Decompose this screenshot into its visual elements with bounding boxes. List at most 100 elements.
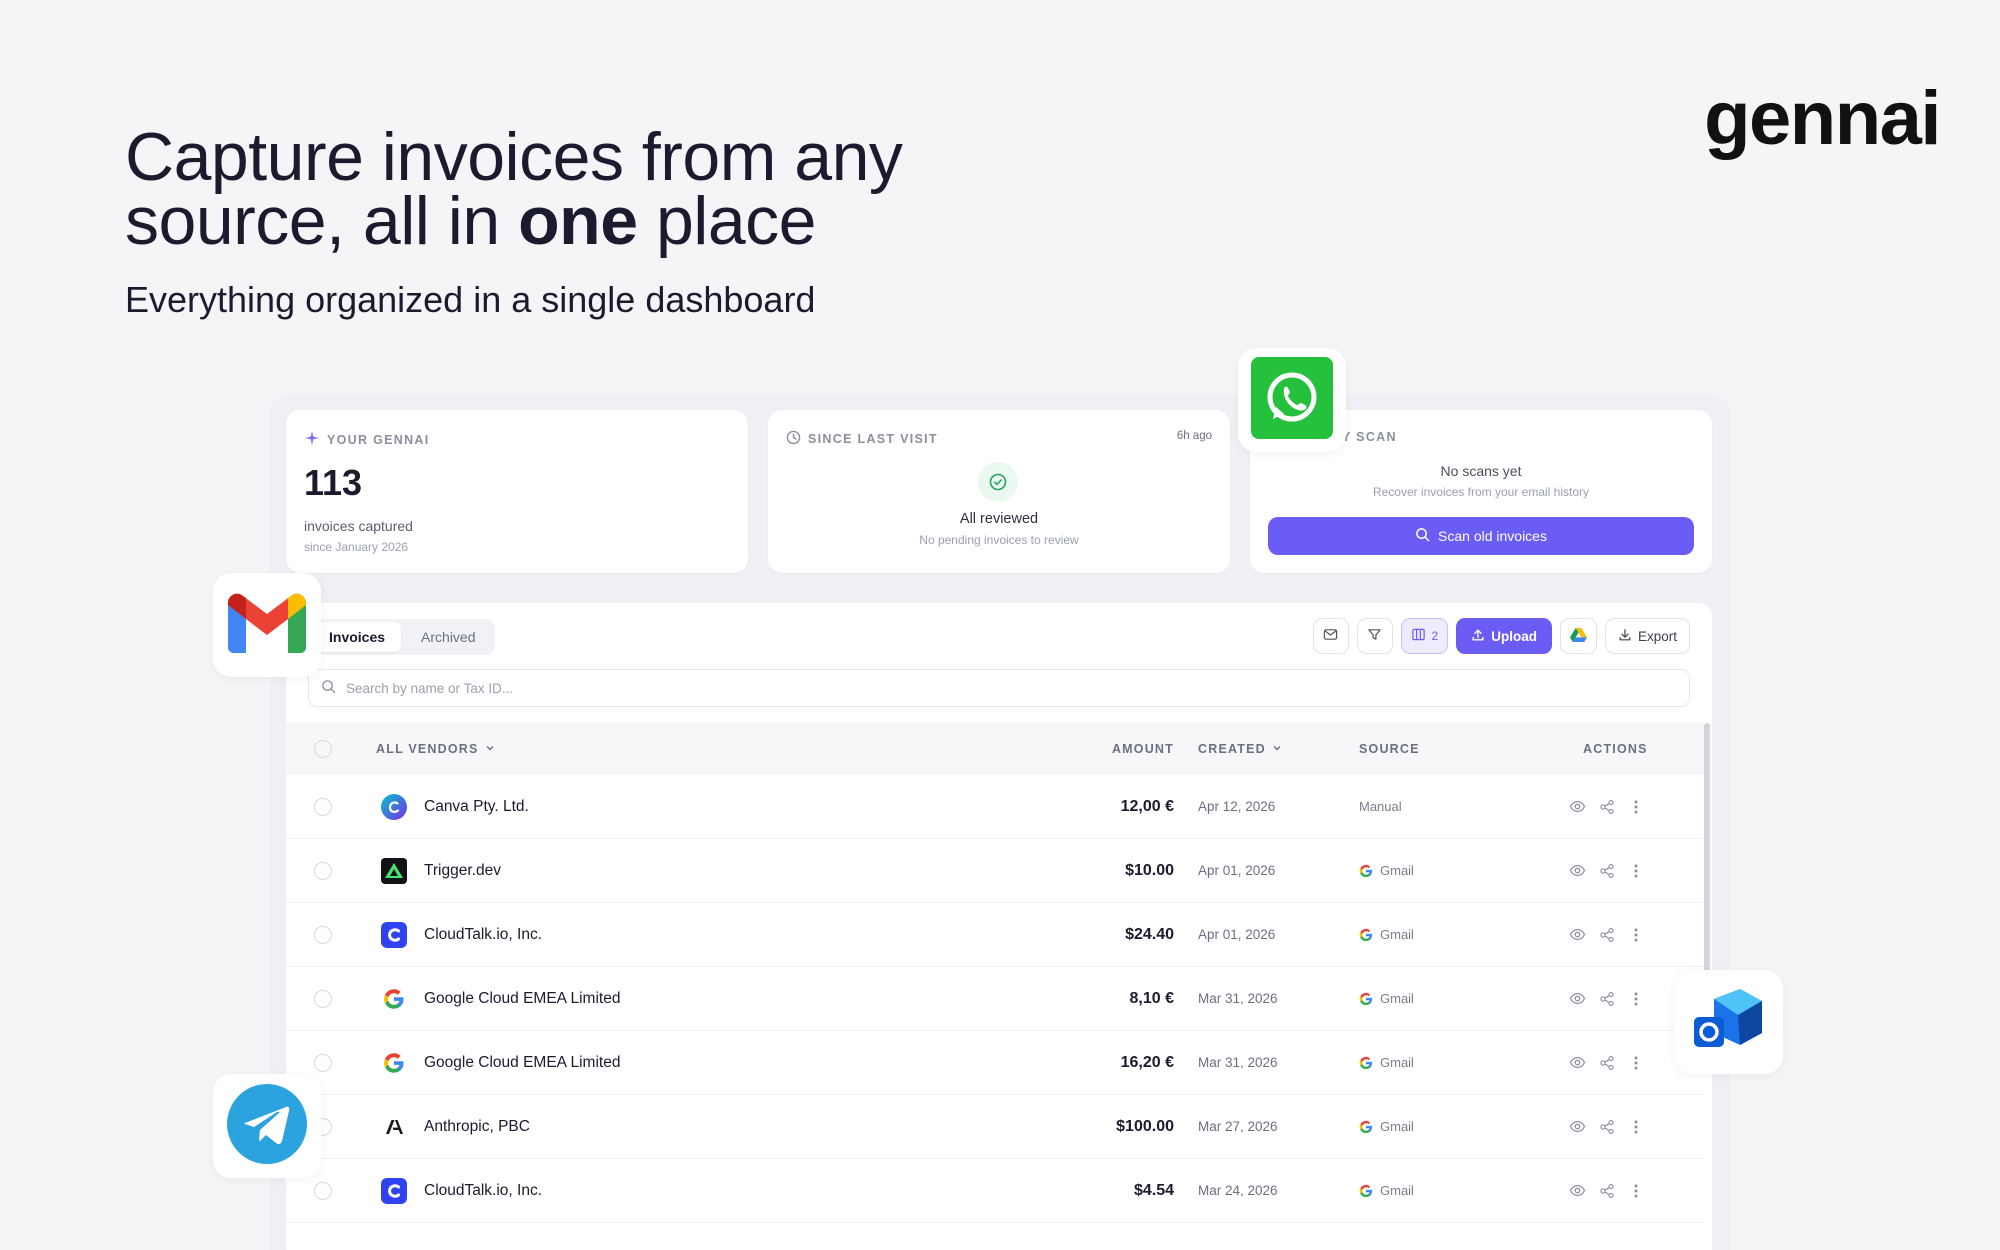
- tab-archived[interactable]: Archived: [405, 622, 491, 652]
- gmail-badge: [213, 573, 321, 677]
- source-cell: Gmail: [1359, 1119, 1414, 1134]
- table-row[interactable]: Google Cloud EMEA Limited 8,10 € Mar 31, 2…: [286, 967, 1704, 1031]
- created-sort[interactable]: CREATED: [1198, 742, 1282, 756]
- invoices-captured-label: invoices captured: [304, 518, 413, 534]
- table-row[interactable]: Canva Pty. Ltd. 12,00 € Apr 12, 2026 Manual: [286, 775, 1704, 839]
- hero: Capture invoices from any source, all in…: [125, 123, 903, 321]
- eye-icon[interactable]: [1569, 1118, 1586, 1135]
- export-button[interactable]: Export: [1604, 618, 1690, 654]
- invoice-amount: 8,10 €: [1129, 989, 1174, 1007]
- card-title-since-last-visit: SINCE LAST VISIT: [808, 432, 938, 446]
- mail-icon: [1323, 627, 1338, 645]
- vendor-name: CloudTalk.io, Inc.: [424, 1181, 543, 1199]
- share-icon[interactable]: [1599, 1119, 1615, 1135]
- check-circle-icon: [978, 462, 1018, 502]
- more-vertical-icon[interactable]: [1628, 1183, 1644, 1199]
- google-icon: [1359, 1184, 1373, 1198]
- more-vertical-icon[interactable]: [1628, 863, 1644, 879]
- sparkle-icon: [304, 430, 320, 449]
- table-scrollbar[interactable]: [1704, 723, 1710, 973]
- eye-icon[interactable]: [1569, 798, 1586, 815]
- more-vertical-icon[interactable]: [1628, 991, 1644, 1007]
- scan-old-invoices-button[interactable]: Scan old invoices: [1268, 517, 1694, 555]
- header-vendors: ALL VENDORS: [376, 742, 479, 756]
- more-vertical-icon[interactable]: [1628, 1055, 1644, 1071]
- hero-title-bold: one: [518, 183, 638, 259]
- vendor-filter[interactable]: ALL VENDORS: [376, 742, 495, 756]
- tab-invoices[interactable]: Invoices: [313, 622, 402, 652]
- share-icon[interactable]: [1599, 1055, 1615, 1071]
- no-pending-detail: No pending invoices to review: [919, 533, 1079, 547]
- eye-icon[interactable]: [1569, 990, 1586, 1007]
- eye-icon[interactable]: [1569, 1054, 1586, 1071]
- upload-label: Upload: [1491, 628, 1537, 644]
- source-label: Gmail: [1380, 1055, 1414, 1070]
- google-icon: [1359, 1120, 1373, 1134]
- row-checkbox[interactable]: [314, 1181, 332, 1200]
- brand-logo: gennai: [1704, 76, 1941, 161]
- last-visit-time: 6h ago: [1176, 430, 1212, 442]
- select-all-checkbox[interactable]: [314, 740, 332, 758]
- more-vertical-icon[interactable]: [1628, 927, 1644, 943]
- created-date: Mar 31, 2026: [1198, 991, 1278, 1006]
- vendor-name: Google Cloud EMEA Limited: [424, 1053, 621, 1071]
- row-checkbox[interactable]: [314, 861, 332, 880]
- eye-icon[interactable]: [1569, 926, 1586, 943]
- card-title-your-gennai: YOUR GENNAI: [327, 432, 430, 447]
- row-checkbox[interactable]: [314, 1053, 332, 1072]
- filter-button[interactable]: [1356, 618, 1393, 654]
- vendor-name: Canva Pty. Ltd.: [424, 797, 529, 815]
- source-label: Gmail: [1380, 863, 1414, 878]
- vendor-name: Google Cloud EMEA Limited: [424, 989, 621, 1007]
- no-scans-status: No scans yet: [1440, 463, 1522, 479]
- google-drive-button[interactable]: [1559, 618, 1597, 654]
- search-bar: [308, 669, 1690, 707]
- header-actions: ACTIONS: [1583, 742, 1648, 756]
- share-icon[interactable]: [1599, 1183, 1615, 1199]
- search-input[interactable]: [346, 680, 946, 696]
- table-row[interactable]: CloudTalk.io, Inc. $4.54 Mar 24, 2026 Gmail: [286, 1159, 1704, 1223]
- table-row[interactable]: Google Cloud EMEA Limited 16,20 € Mar 31, …: [286, 1031, 1704, 1095]
- since-date: since January 2026: [304, 540, 409, 554]
- row-checkbox[interactable]: [314, 989, 332, 1008]
- invoice-amount: 12,00 €: [1120, 797, 1174, 815]
- export-label: Export: [1637, 628, 1677, 644]
- source-label: Gmail: [1380, 1183, 1414, 1198]
- scan-detail: Recover invoices from your email history: [1372, 485, 1590, 499]
- email-button[interactable]: [1312, 618, 1349, 654]
- outlook-badge: [1675, 970, 1783, 1074]
- card-title-history-scan: Y SCAN: [1342, 430, 1397, 444]
- more-vertical-icon[interactable]: [1628, 799, 1644, 815]
- share-icon[interactable]: [1599, 991, 1615, 1007]
- whatsapp-badge: [1238, 348, 1346, 452]
- row-actions: [1569, 1118, 1644, 1135]
- share-icon[interactable]: [1599, 863, 1615, 879]
- clock-icon: [786, 430, 801, 448]
- google-logo-icon: [381, 986, 407, 1012]
- filter-icon: [1367, 627, 1382, 645]
- more-vertical-icon[interactable]: [1628, 1119, 1644, 1135]
- toolbar: 2 Upload Export: [1312, 618, 1690, 654]
- source-label: Gmail: [1380, 1119, 1414, 1134]
- columns-button[interactable]: 2: [1400, 618, 1449, 654]
- outlook-icon: [1694, 988, 1764, 1056]
- eye-icon[interactable]: [1569, 1182, 1586, 1199]
- upload-button[interactable]: Upload: [1456, 618, 1552, 654]
- share-icon[interactable]: [1599, 927, 1615, 943]
- eye-icon[interactable]: [1569, 862, 1586, 879]
- header-created: CREATED: [1198, 742, 1266, 756]
- row-checkbox[interactable]: [314, 797, 332, 816]
- hero-title-line2-pre: source, all in: [125, 183, 519, 259]
- created-date: Apr 12, 2026: [1198, 799, 1276, 814]
- table-row[interactable]: CloudTalk.io, Inc. $24.40 Apr 01, 2026 Gmai…: [286, 903, 1704, 967]
- hero-title-line2-post: place: [637, 183, 817, 259]
- created-date: Mar 31, 2026: [1198, 1055, 1278, 1070]
- columns-count: 2: [1431, 629, 1439, 643]
- table-row[interactable]: Trigger.dev $10.00 Apr 01, 2026 Gmail: [286, 839, 1704, 903]
- source-cell: Gmail: [1359, 1183, 1414, 1198]
- invoice-tabs: Invoices Archived: [310, 619, 495, 655]
- row-checkbox[interactable]: [314, 925, 332, 944]
- table-row[interactable]: Anthropic, PBC $100.00 Mar 27, 2026 Gmail: [286, 1095, 1704, 1159]
- share-icon[interactable]: [1599, 799, 1615, 815]
- hero-title: Capture invoices from any source, all in…: [125, 123, 903, 255]
